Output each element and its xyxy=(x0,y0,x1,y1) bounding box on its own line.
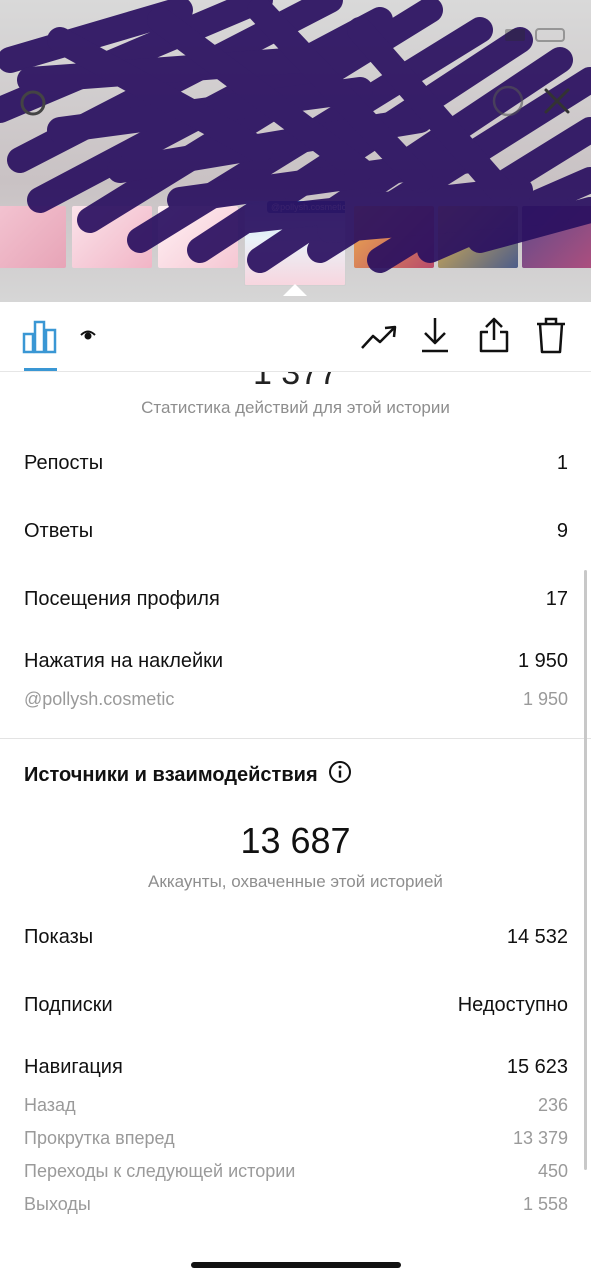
share-icon[interactable] xyxy=(478,316,510,359)
stat-label: Навигация xyxy=(24,1056,123,1078)
bar-chart-icon[interactable] xyxy=(22,318,58,359)
stat-row-back: Назад 236 xyxy=(24,1095,568,1116)
stat-value: 1 558 xyxy=(522,1194,568,1214)
scrollbar[interactable] xyxy=(584,570,587,1170)
stat-value: 1 950 xyxy=(522,689,568,709)
stat-label: Выходы xyxy=(24,1194,91,1214)
stat-value: 1 xyxy=(556,452,568,474)
stat-value: 9 xyxy=(556,520,568,542)
active-tab-indicator xyxy=(24,368,57,371)
trash-icon[interactable] xyxy=(535,316,567,359)
info-icon[interactable] xyxy=(328,760,352,790)
signal-icon xyxy=(505,29,525,41)
story-top-actions xyxy=(491,84,571,123)
stat-value: 14 532 xyxy=(506,926,568,948)
story-preview-area: @pollysh.cosmetic xyxy=(0,0,591,302)
reach-number: 13 687 xyxy=(240,820,351,861)
stat-label: Посещения профиля xyxy=(24,588,220,610)
insights-content[interactable]: 1 377 Статистика действий для этой истор… xyxy=(0,372,591,1280)
stat-label: Переходы к следующей истории xyxy=(24,1161,296,1181)
stat-label: Показы xyxy=(24,926,94,948)
stat-label: Ответы xyxy=(24,520,94,542)
stat-row-exits: Выходы 1 558 xyxy=(24,1194,568,1215)
stat-value: Недоступно xyxy=(457,994,568,1016)
stat-label: Подписки xyxy=(24,994,113,1016)
timer-icon[interactable] xyxy=(491,84,525,123)
stat-row-replies: Ответы 9 xyxy=(24,520,568,543)
stat-row-sticker-mention: @pollysh.cosmetic 1 950 xyxy=(24,689,568,710)
stat-row-forward: Прокрутка вперед 13 379 xyxy=(24,1128,568,1149)
stat-row-follows: Подписки Недоступно xyxy=(24,994,568,1017)
interactions-caption: Статистика действий для этой истории xyxy=(141,398,450,417)
download-icon[interactable] xyxy=(420,316,450,359)
stat-row-reposts: Репосты 1 xyxy=(24,452,568,475)
eye-icon[interactable] xyxy=(80,328,96,347)
stat-label: Назад xyxy=(24,1095,76,1115)
stat-label: @pollysh.cosmetic xyxy=(24,689,175,709)
stat-row-next-story: Переходы к следующей истории 450 xyxy=(24,1161,568,1182)
stat-value: 450 xyxy=(537,1161,568,1181)
stat-label: Прокрутка вперед xyxy=(24,1128,175,1148)
stat-row-impressions: Показы 14 532 xyxy=(24,926,568,949)
trend-icon[interactable] xyxy=(360,322,398,357)
stat-row-sticker-taps: Нажатия на наклейки 1 950 xyxy=(24,650,568,673)
stat-row-navigation: Навигация 15 623 xyxy=(24,1056,568,1079)
discovery-title: Источники и взаимодействия xyxy=(24,760,352,790)
stat-value: 17 xyxy=(545,588,568,610)
insights-toolbar xyxy=(0,302,591,372)
close-icon[interactable] xyxy=(543,87,571,120)
stat-value: 1 950 xyxy=(517,650,568,672)
interactions-total: 1 377 xyxy=(252,372,339,392)
stat-label: Репосты xyxy=(24,452,104,474)
stat-row-profile-visits: Посещения профиля 17 xyxy=(24,588,568,611)
battery-icon xyxy=(535,28,565,42)
section-divider xyxy=(0,738,591,739)
home-indicator[interactable] xyxy=(191,1262,401,1268)
stat-value: 13 379 xyxy=(512,1128,568,1148)
redaction-scribble xyxy=(0,0,591,273)
stat-value: 15 623 xyxy=(506,1056,568,1078)
reach-caption: Аккаунты, охваченные этой историей xyxy=(148,872,443,891)
section-heading: Источники и взаимодействия xyxy=(24,763,318,786)
stat-label: Нажатия на наклейки xyxy=(24,650,224,672)
status-bar xyxy=(505,28,565,42)
active-story-caret xyxy=(283,284,307,296)
settings-icon[interactable] xyxy=(18,88,48,123)
stat-value: 236 xyxy=(537,1095,568,1115)
